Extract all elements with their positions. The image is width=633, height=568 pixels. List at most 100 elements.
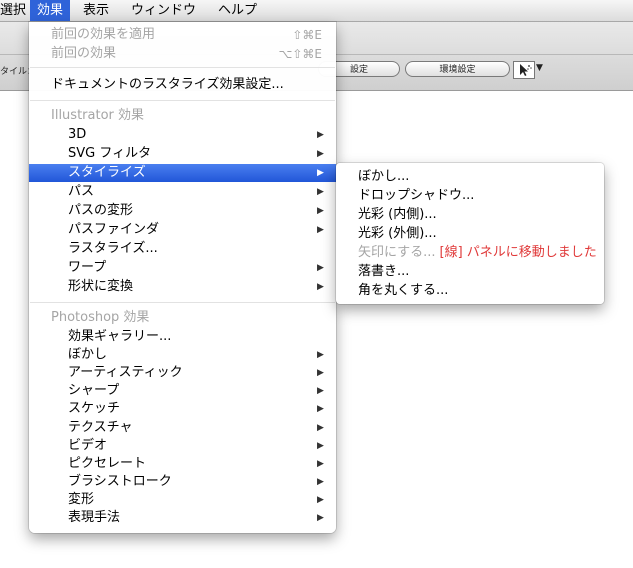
last-effect-item[interactable]: 前回の効果 ⌥⇧⌘E	[29, 45, 336, 63]
submenu-item-label: 落書き...	[358, 262, 409, 281]
submenu-item-text: 光彩 (内側)...	[358, 207, 437, 222]
stylize-submenu-item[interactable]: ぼかし...	[336, 167, 604, 186]
stylize-submenu-item[interactable]: 光彩 (外側)...	[336, 224, 604, 243]
menu-separator	[30, 67, 335, 68]
menu-item-label: 3D	[68, 127, 87, 142]
apply-last-effect-shortcut: ⇧⌘E	[292, 28, 322, 42]
menu-item-label: SVG フィルタ	[68, 146, 152, 161]
apply-last-effect-label: 前回の効果を適用	[51, 27, 156, 42]
menu-item-label: 形状に変換	[68, 279, 134, 294]
stylize-submenu-item: 矢印にする... [線] パネルに移動しました	[336, 243, 604, 262]
menu-item-label: パスの変形	[68, 203, 134, 218]
submenu-arrow-icon: ▶	[317, 350, 324, 360]
submenu-arrow-icon: ▶	[317, 368, 324, 378]
submenu-item-label: 角を丸くする...	[358, 281, 448, 300]
menu-item-label: 表現手法	[68, 510, 121, 525]
illustrator-effect-item[interactable]: ワープ ▶	[29, 259, 336, 277]
menu-window[interactable]: ウィンドウ	[124, 0, 203, 21]
rasterize-settings-label: ドキュメントのラスタライズ効果設定...	[51, 77, 284, 92]
submenu-item-text: 角を丸くする...	[358, 283, 449, 298]
menu-separator	[30, 100, 335, 101]
illustrator-effect-item[interactable]: SVG フィルタ ▶	[29, 145, 336, 163]
submenu-arrow-icon: ▶	[317, 149, 324, 159]
menu-item-label: アーティスティック	[68, 365, 183, 380]
photoshop-effect-item[interactable]: シャープ ▶	[29, 382, 336, 400]
menu-item-label: パスファインダ	[68, 222, 160, 237]
effect-menu: 前回の効果を適用 ⇧⌘E 前回の効果 ⌥⇧⌘E ドキュメントのラスタライズ効果設…	[29, 22, 336, 533]
stylize-submenu-item[interactable]: ドロップシャドウ...	[336, 186, 604, 205]
submenu-arrow-icon: ▶	[317, 187, 324, 197]
illustrator-effect-item[interactable]: 3D ▶	[29, 126, 336, 144]
stylize-submenu-item[interactable]: 光彩 (内側)...	[336, 205, 604, 224]
submenu-arrow-icon: ▶	[317, 168, 324, 178]
submenu-item-text: 矢印にする...	[358, 245, 436, 260]
submenu-arrow-icon: ▶	[317, 225, 324, 235]
menu-item-label: スケッチ	[68, 401, 121, 416]
menu-item-label: ぼかし	[68, 347, 108, 362]
apply-last-effect-item[interactable]: 前回の効果を適用 ⇧⌘E	[29, 26, 336, 44]
submenu-item-text: 落書き...	[358, 264, 410, 279]
menu-item-label: ビデオ	[68, 438, 108, 453]
submenu-item-label: ドロップシャドウ...	[358, 186, 474, 205]
submenu-arrow-icon: ▶	[317, 441, 324, 451]
photoshop-effect-item[interactable]: ブラシストローク ▶	[29, 473, 336, 491]
photoshop-effect-item[interactable]: ビデオ ▶	[29, 437, 336, 455]
last-effect-label: 前回の効果	[51, 46, 117, 61]
illustrator-effect-item[interactable]: 形状に変換 ▶	[29, 278, 336, 296]
submenu-arrow-icon: ▶	[317, 513, 324, 523]
photoshop-effects-header: Photoshop 効果	[51, 310, 150, 325]
stylize-submenu-item[interactable]: 角を丸くする...	[336, 281, 604, 300]
swatch-dropdown-icon[interactable]: ▼	[536, 63, 543, 73]
menu-separator	[30, 302, 335, 303]
illustrator-effect-item[interactable]: パス ▶	[29, 183, 336, 201]
submenu-item-label: ぼかし...	[358, 167, 409, 186]
moved-to-panel-note: [線] パネルに移動しました	[439, 245, 597, 260]
photoshop-effect-item[interactable]: アーティスティック ▶	[29, 364, 336, 382]
rasterize-settings-item[interactable]: ドキュメントのラスタライズ効果設定...	[29, 76, 336, 94]
menu-effect[interactable]: 効果	[30, 0, 71, 21]
illustrator-effect-item[interactable]: スタイライズ ▶	[29, 164, 336, 182]
photoshop-effect-item[interactable]: スケッチ ▶	[29, 400, 336, 418]
menu-bar: 選択 効果 表示 ウィンドウ ヘルプ	[0, 0, 633, 22]
submenu-arrow-icon: ▶	[317, 459, 324, 469]
submenu-item-text: ドロップシャドウ...	[358, 188, 475, 203]
menu-item-label: ラスタライズ...	[68, 241, 158, 256]
photoshop-effect-item[interactable]: ピクセレート ▶	[29, 455, 336, 473]
submenu-arrow-icon: ▶	[317, 206, 324, 216]
submenu-arrow-icon: ▶	[317, 404, 324, 414]
photoshop-effect-item[interactable]: 変形 ▶	[29, 491, 336, 509]
submenu-arrow-icon: ▶	[317, 263, 324, 273]
stylize-submenu: ぼかし... ドロップシャドウ... 光彩 (内側)... 光彩 (外側)... 矢印に…	[336, 163, 604, 304]
illustrator-effect-item[interactable]: ラスタライズ...	[29, 240, 336, 258]
selection-tool-icon[interactable]	[513, 61, 535, 79]
last-effect-shortcut: ⌥⇧⌘E	[278, 47, 322, 61]
submenu-item-label: 矢印にする... [線] パネルに移動しました	[358, 243, 597, 262]
menu-item-label: 変形	[68, 492, 95, 507]
illustrator-effect-item[interactable]: パスファインダ ▶	[29, 221, 336, 239]
menu-item-label: ワープ	[68, 260, 107, 275]
menu-help[interactable]: ヘルプ	[211, 0, 264, 21]
submenu-item-text: ぼかし...	[358, 169, 410, 184]
menu-item-label: テクスチャ	[68, 420, 133, 435]
submenu-item-label: 光彩 (内側)...	[358, 205, 437, 224]
stylize-submenu-item[interactable]: 落書き...	[336, 262, 604, 281]
menu-item-label: 効果ギャラリー...	[68, 329, 172, 344]
photoshop-effect-item[interactable]: テクスチャ ▶	[29, 419, 336, 437]
submenu-item-label: 光彩 (外側)...	[358, 224, 437, 243]
preferences-button[interactable]: 環境設定	[405, 61, 510, 77]
submenu-arrow-icon: ▶	[317, 495, 324, 505]
menu-select[interactable]: 選択	[0, 0, 33, 21]
submenu-arrow-icon: ▶	[317, 130, 324, 140]
photoshop-effect-item[interactable]: 効果ギャラリー...	[29, 328, 336, 346]
photoshop-effect-item[interactable]: ぼかし ▶	[29, 346, 336, 364]
menu-view[interactable]: 表示	[76, 0, 116, 21]
menu-item-label: スタイライズ	[68, 165, 146, 180]
submenu-arrow-icon: ▶	[317, 477, 324, 487]
menu-item-label: シャープ	[68, 383, 120, 398]
illustrator-effect-item[interactable]: パスの変形 ▶	[29, 202, 336, 220]
menu-item-label: ブラシストローク	[68, 474, 172, 489]
submenu-arrow-icon: ▶	[317, 423, 324, 433]
photoshop-effect-item[interactable]: 表現手法 ▶	[29, 509, 336, 527]
menu-item-label: パス	[68, 184, 95, 199]
submenu-arrow-icon: ▶	[317, 282, 324, 292]
